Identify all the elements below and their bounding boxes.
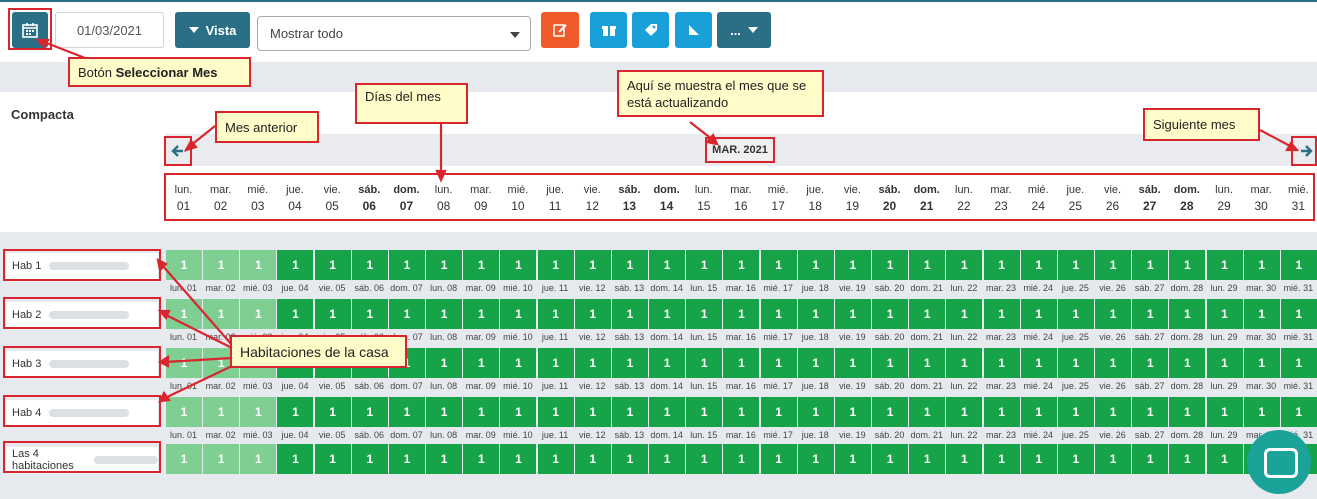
annotation-days-of-month: Días del mes (355, 83, 468, 124)
annotation-prev-month-text: Mes anterior (225, 119, 298, 135)
annotation-rooms: Habitaciones de la casa (230, 335, 407, 368)
annotation-rooms-text: Habitaciones de la casa (240, 343, 389, 360)
annotation-current-month: Aquí se muestra el mes que se está actua… (617, 70, 824, 117)
annotation-select-month-bold: Seleccionar Mes (115, 64, 218, 80)
annotation-prev-month: Mes anterior (215, 111, 319, 143)
annotation-next-month-text: Siguiente mes (1153, 117, 1236, 132)
annotation-next-month: Siguiente mes (1143, 108, 1260, 141)
annotation-select-month: Botón Seleccionar Mes (68, 57, 251, 87)
chat-widget-button[interactable] (1247, 430, 1311, 494)
annotation-select-month-text: Botón (78, 64, 116, 80)
annotation-current-month-text: Aquí se muestra el mes que se está actua… (627, 77, 807, 110)
annotation-days-of-month-text: Días del mes (365, 89, 441, 104)
